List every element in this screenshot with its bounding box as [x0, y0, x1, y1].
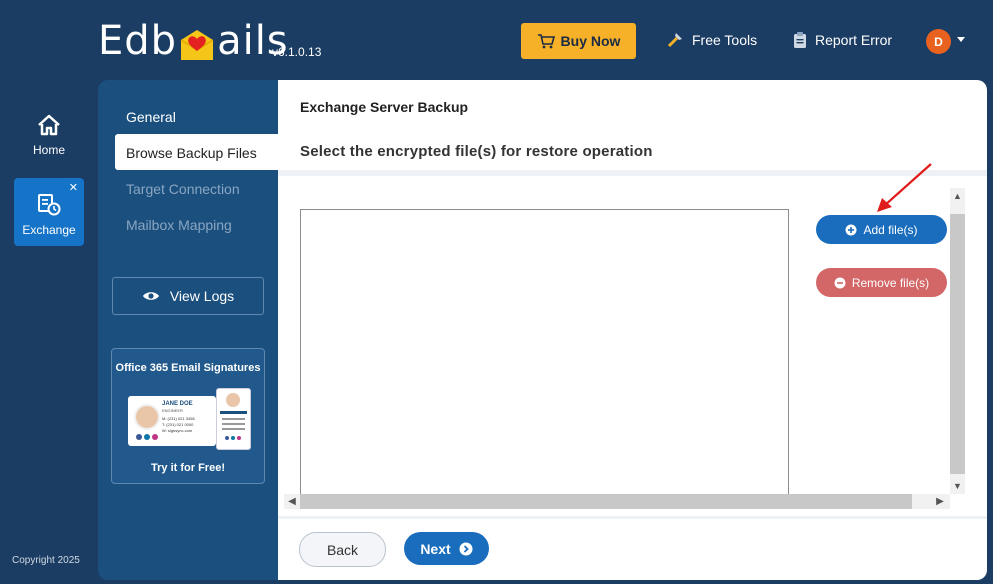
close-icon[interactable]: ✕ [69, 181, 78, 194]
home-icon [38, 114, 60, 136]
scroll-right-icon[interactable]: ▶ [932, 494, 948, 509]
copyright-text: Copyright 2025 [12, 555, 80, 566]
chevron-right-circle-icon [459, 542, 473, 555]
eye-icon [142, 292, 159, 300]
buy-now-label: Buy Now [560, 33, 621, 49]
promo-cta[interactable]: Try it for Free! [112, 462, 264, 474]
logo-mail-icon [178, 26, 216, 64]
promo-title: Office 365 Email Signatures [115, 362, 261, 374]
scroll-down-icon[interactable]: ▼ [950, 478, 965, 494]
sidebar-item-browse-backup-files[interactable]: Browse Backup Files [126, 145, 257, 161]
nav-exchange[interactable]: ✕ Exchange [14, 178, 84, 246]
vertical-scrollbar[interactable]: ▲ ▼ [950, 188, 965, 494]
view-logs-button[interactable]: View Logs [112, 277, 264, 315]
sidebar-item-mailbox-mapping[interactable]: Mailbox Mapping [126, 217, 232, 233]
vertical-scroll-thumb[interactable] [950, 214, 965, 474]
scroll-up-icon[interactable]: ▲ [950, 188, 965, 204]
section-title: Exchange Server Backup [300, 99, 469, 115]
sidebar-item-general[interactable]: General [126, 109, 176, 125]
back-label: Back [326, 541, 359, 558]
exchange-icon [38, 194, 61, 216]
footer-divider [278, 516, 987, 519]
nav-home[interactable]: Home [14, 108, 84, 168]
chevron-down-icon[interactable] [957, 37, 965, 42]
app-version: v6.1.0.13 [272, 45, 322, 59]
report-error-label: Report Error [815, 32, 893, 48]
add-files-label: Add file(s) [863, 222, 918, 237]
promo-social-icons [136, 434, 158, 440]
remove-files-button[interactable]: Remove file(s) [816, 268, 947, 297]
remove-files-label: Remove file(s) [851, 275, 930, 290]
promo-role: ENGINEER [162, 408, 183, 413]
plus-circle-icon [845, 224, 857, 235]
scroll-left-icon[interactable]: ◀ [284, 494, 300, 509]
promo-avatar [134, 404, 160, 430]
sidebar-item-target-connection[interactable]: Target Connection [126, 181, 240, 197]
promo-web: W: signsync.com [162, 428, 193, 433]
next-label: Next [420, 540, 451, 557]
red-arrow-annotation-icon [877, 163, 932, 212]
top-bar: Edb ails v6.1.0.13 Buy Now Free Tools Re… [0, 0, 993, 80]
promo-signature-preview: JANE DOE ENGINEER M: (231) 021 3456 T: (… [112, 388, 264, 452]
cart-icon [537, 34, 555, 49]
logo-text-prefix: Edb [98, 18, 178, 64]
nav-exchange-label: Exchange [22, 223, 76, 237]
promo-tel: T: (231) 021 0000 [162, 422, 194, 427]
free-tools-label: Free Tools [692, 32, 758, 48]
report-error-link[interactable]: Report Error [793, 31, 892, 49]
minus-circle-icon [834, 277, 846, 288]
nav-home-label: Home [32, 143, 65, 157]
promo-mobile: M: (231) 021 3456 [162, 416, 195, 421]
buy-now-button[interactable]: Buy Now [521, 23, 636, 59]
clipboard-icon [794, 32, 806, 48]
app-logo: Edb ails [98, 18, 289, 64]
file-list-box[interactable] [300, 209, 789, 495]
user-avatar[interactable]: D [926, 29, 951, 54]
tools-icon [667, 33, 682, 48]
page-subtitle: Select the encrypted file(s) for restore… [300, 143, 653, 160]
promo-card[interactable]: Office 365 Email Signatures JANE DOE ENG… [111, 348, 265, 484]
horizontal-scroll-thumb[interactable] [300, 494, 912, 509]
promo-name: JANE DOE [162, 401, 193, 407]
next-button[interactable]: Next [404, 532, 489, 565]
view-logs-label: View Logs [169, 288, 235, 304]
free-tools-link[interactable]: Free Tools [666, 31, 757, 49]
horizontal-scrollbar[interactable]: ◀ ▶ [284, 494, 950, 509]
back-button[interactable]: Back [299, 532, 386, 567]
